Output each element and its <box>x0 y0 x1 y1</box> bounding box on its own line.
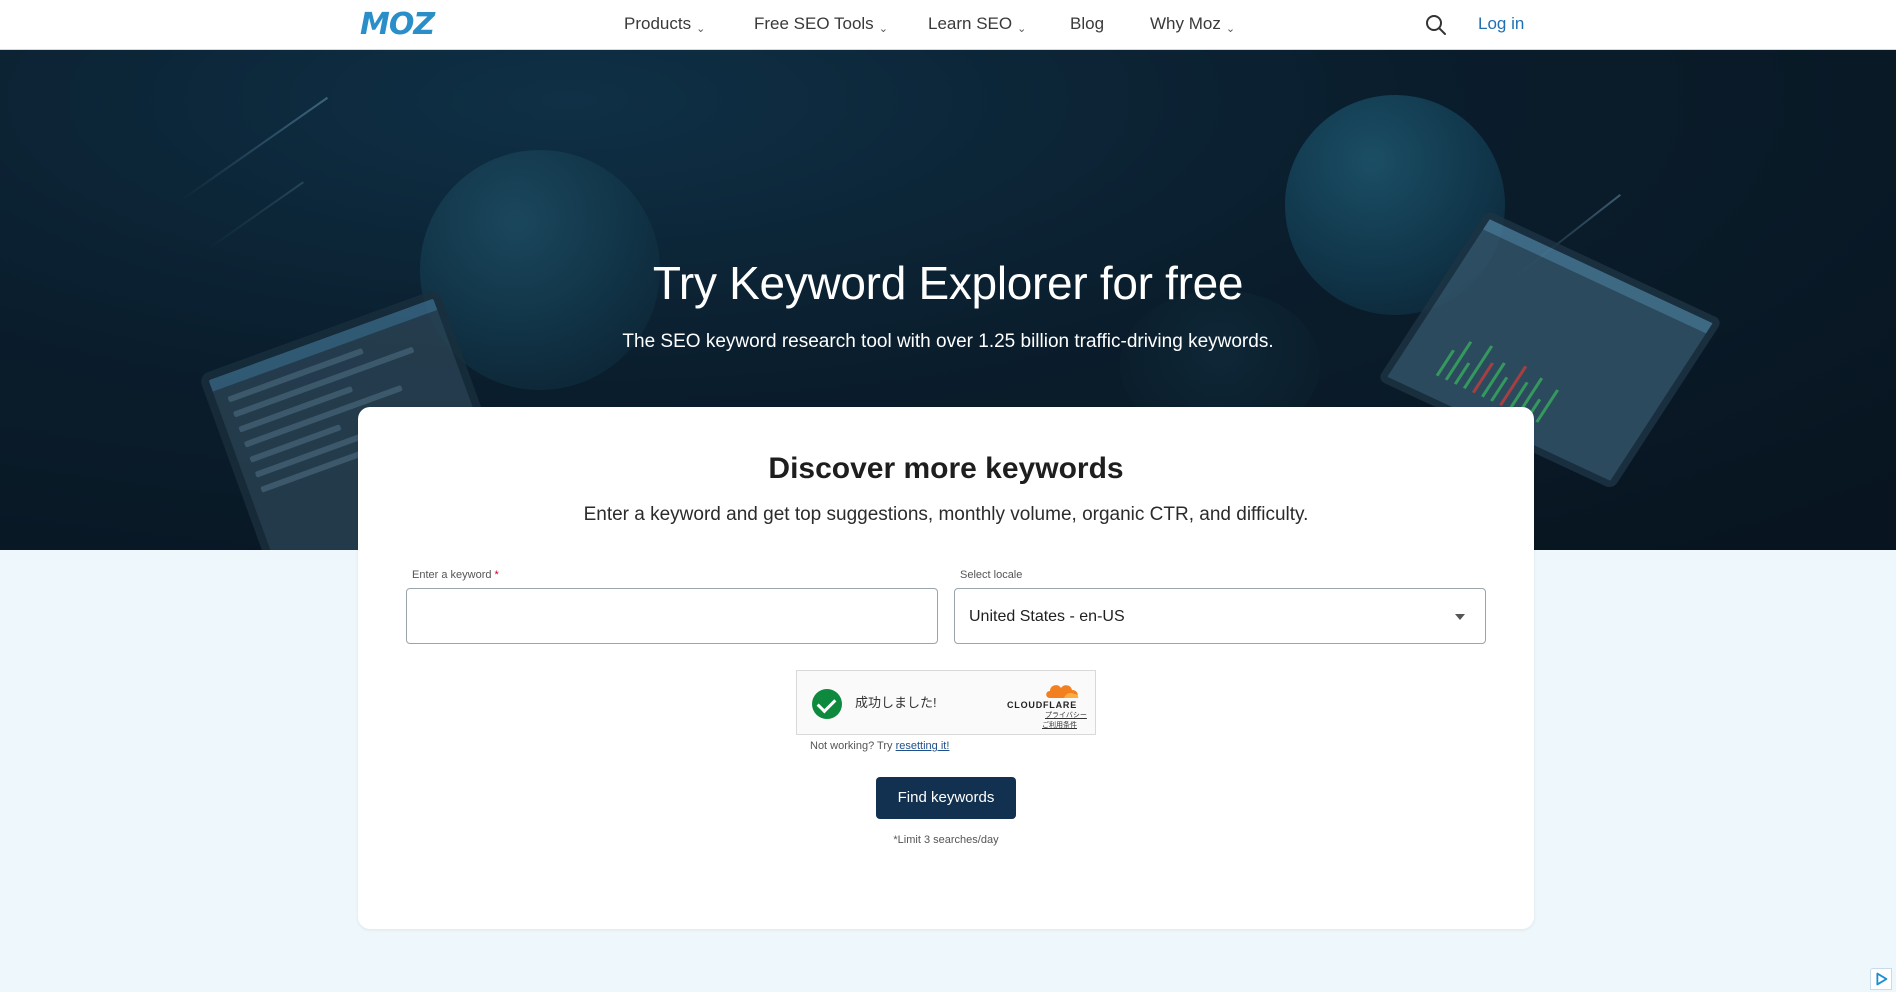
nav-products-label: Products <box>624 14 692 33</box>
nav-products[interactable]: Products ⌄ <box>624 14 705 36</box>
locale-select-value: United States - en-US <box>969 608 1125 625</box>
locale-field-label: Select locale <box>960 569 1023 581</box>
keyword-input[interactable] <box>406 588 938 644</box>
nav-learn-seo-label: Learn SEO <box>928 14 1013 33</box>
decorative-streak <box>179 96 329 202</box>
nav-blog-label: Blog <box>1070 14 1105 33</box>
nav-free-seo-tools[interactable]: Free SEO Tools ⌄ <box>754 14 888 36</box>
hero-subtitle: The SEO keyword research tool with over … <box>622 331 1274 352</box>
chevron-down-icon: ⌄ <box>1225 23 1236 35</box>
top-navigation: MOZ Products ⌄ Free SEO Tools ⌄ Learn SEO ⌄… <box>0 0 1896 50</box>
chevron-down-icon: ⌄ <box>1017 23 1027 35</box>
caret-down-icon <box>1455 614 1465 620</box>
cloudflare-cloud-icon <box>1046 685 1079 698</box>
ad-choices-icon[interactable] <box>1870 968 1892 990</box>
reset-captcha-link[interactable]: resetting it! <box>896 740 950 752</box>
decorative-streak <box>204 181 304 252</box>
keyword-field-label-text: Enter a keyword <box>412 569 492 581</box>
cloudflare-captcha-widget[interactable]: 成功しました! CLOUDFLARE プライバシー ご利用条件 <box>796 670 1096 735</box>
cloudflare-wordmark: CLOUDFLARE <box>1007 700 1077 710</box>
chevron-down-icon: ⌄ <box>696 23 706 35</box>
reset-note-prefix: Not working? Try <box>810 740 896 752</box>
login-link[interactable]: Log in <box>1478 14 1524 34</box>
moz-logo[interactable]: MOZ <box>360 10 435 40</box>
captcha-status: 成功しました! <box>855 695 937 710</box>
keyword-field-label: Enter a keyword * <box>412 568 499 582</box>
locale-select[interactable]: United States - en-US <box>954 588 1486 644</box>
search-icon[interactable] <box>1424 13 1448 37</box>
nav-why-moz-label: Why Moz <box>1150 14 1221 33</box>
nav-blog[interactable]: Blog <box>1070 14 1104 34</box>
chevron-down-icon: ⌄ <box>878 23 888 35</box>
captcha-reset-note: Not working? Try resetting it! <box>810 739 949 753</box>
terms-link[interactable]: ご利用条件 <box>1042 722 1077 730</box>
nav-why-moz[interactable]: Why Moz ⌄ <box>1150 14 1235 36</box>
privacy-link[interactable]: プライバシー <box>1045 712 1087 720</box>
card-title: Discover more keywords <box>768 452 1124 485</box>
nav-learn-seo[interactable]: Learn SEO ⌄ <box>928 14 1026 36</box>
required-mark: * <box>494 569 499 581</box>
find-keywords-button[interactable]: Find keywords <box>876 777 1016 819</box>
search-limit-note: *Limit 3 searches/day <box>893 834 999 846</box>
keyword-search-card: Discover more keywords Enter a keyword a… <box>358 407 1534 929</box>
card-subtitle: Enter a keyword and get top suggestions,… <box>583 504 1309 525</box>
success-check-icon <box>812 689 842 719</box>
hero-title: Try Keyword Explorer for free <box>652 257 1244 309</box>
nav-free-seo-tools-label: Free SEO Tools <box>754 14 874 33</box>
